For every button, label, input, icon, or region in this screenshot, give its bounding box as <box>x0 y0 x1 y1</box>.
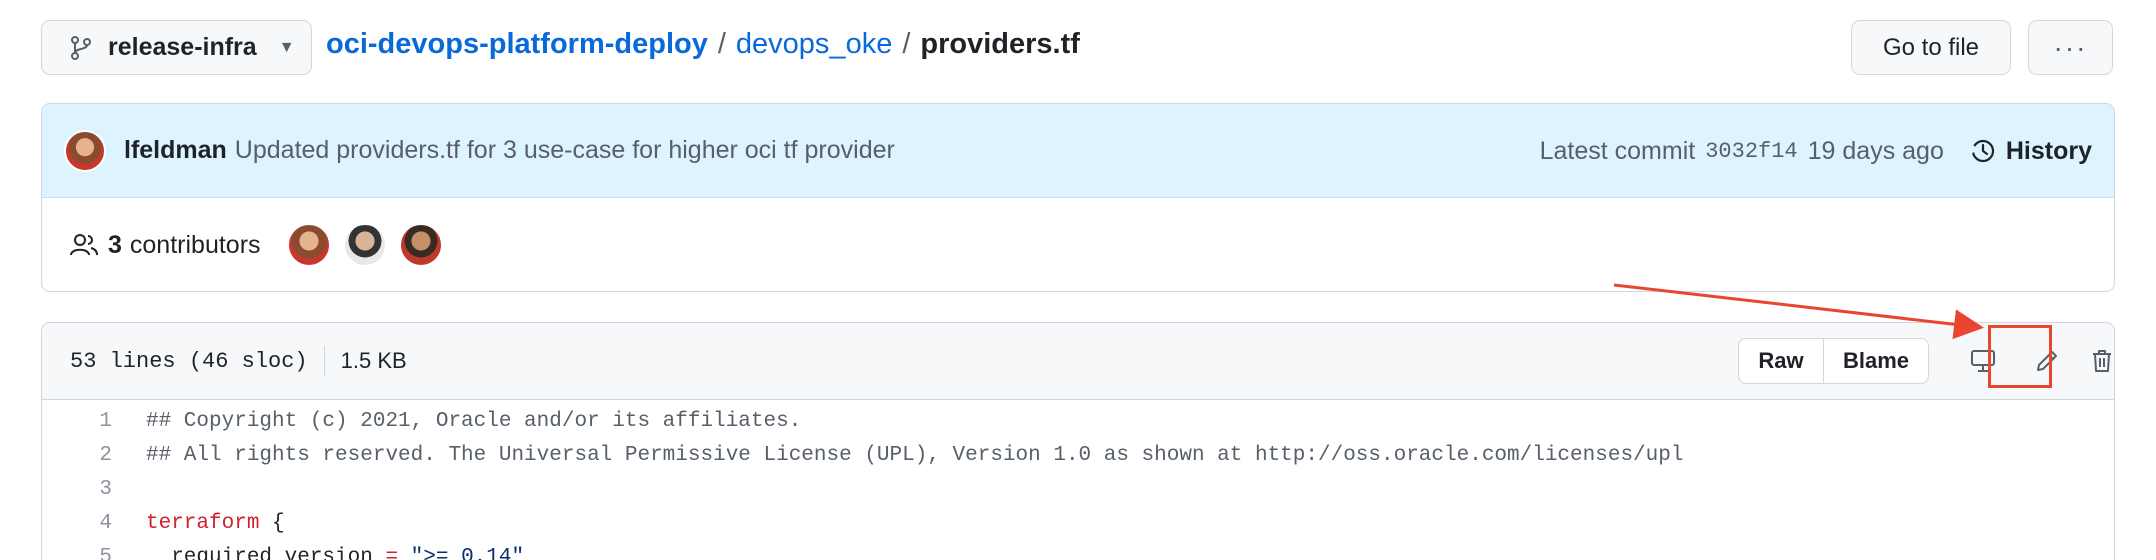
history-button[interactable]: History <box>1970 137 2092 166</box>
code-line: 3 <box>42 472 2114 506</box>
chevron-down-icon: ▼ <box>278 38 295 56</box>
branch-name: release-infra <box>108 33 257 61</box>
pencil-icon <box>2037 351 2057 371</box>
line-number[interactable]: 3 <box>42 478 112 501</box>
people-icon <box>70 234 98 256</box>
raw-button[interactable]: Raw <box>1739 339 1824 383</box>
delete-file-button[interactable] <box>2082 341 2114 381</box>
contributors-label: contributors <box>129 230 261 259</box>
branch-select-button[interactable]: release-infra ▼ <box>41 20 312 75</box>
edit-file-button[interactable] <box>2027 341 2067 381</box>
desktop-icon <box>1971 350 1995 372</box>
code-view: 1 ## Copyright (c) 2021, Oracle and/or i… <box>42 404 2114 560</box>
commit-meta: Latest commit 3032f14 19 days ago Histor… <box>1540 104 2092 198</box>
avatar[interactable] <box>286 223 331 267</box>
commit-message-link[interactable]: Updated providers.tf for 3 use-case for … <box>235 136 895 165</box>
contributors-count: 3 <box>108 230 122 259</box>
code-plain: required_version <box>146 545 373 560</box>
history-label: History <box>2005 136 2092 165</box>
contributor-avatars <box>286 223 443 267</box>
code-plain: { <box>259 511 285 535</box>
git-branch-icon <box>71 35 91 60</box>
breadcrumb-dir-link[interactable]: devops_oke <box>736 28 892 61</box>
code-line: 2 ## All rights reserved. The Universal … <box>42 438 2114 472</box>
code-line: 1 ## Copyright (c) 2021, Oracle and/or i… <box>42 404 2114 438</box>
go-to-file-button[interactable]: Go to file <box>1851 20 2011 75</box>
breadcrumb-separator: / <box>717 28 726 60</box>
history-icon <box>1970 139 1994 163</box>
breadcrumb-separator: / <box>902 28 911 60</box>
commit-age: 19 days ago <box>1807 136 1944 165</box>
line-number[interactable]: 2 <box>42 444 112 467</box>
file-viewer: 53 lines (46 sloc) 1.5 KB Raw Blame 1 ##… <box>41 322 2115 560</box>
avatar[interactable] <box>342 223 387 267</box>
avatar[interactable] <box>64 129 106 172</box>
code-operator: = <box>372 545 411 560</box>
commit-box: lfeldman Updated providers.tf for 3 use-… <box>41 103 2115 292</box>
code-text: required_version = ">= 0.14" <box>146 546 524 560</box>
code-line: 5 required_version = ">= 0.14" <box>42 540 2114 560</box>
file-info-bar: 53 lines (46 sloc) 1.5 KB Raw Blame <box>42 323 2114 400</box>
raw-blame-group: Raw Blame <box>1738 338 1929 384</box>
latest-commit-label: Latest commit <box>1539 136 1696 165</box>
commit-author-link[interactable]: lfeldman <box>124 136 227 165</box>
blame-button[interactable]: Blame <box>1824 339 1928 383</box>
avatar[interactable] <box>398 223 443 267</box>
code-text: terraform { <box>146 512 285 535</box>
code-keyword: terraform <box>146 511 260 535</box>
breadcrumb-file-name: providers.tf <box>920 28 1080 60</box>
line-number[interactable]: 4 <box>42 512 112 535</box>
code-line: 4 terraform { <box>42 506 2114 540</box>
contributors-row[interactable]: 3 contributors <box>42 198 2114 291</box>
breadcrumb: oci-devops-platform-deploy / devops_oke … <box>326 28 1080 61</box>
divider <box>323 346 325 376</box>
line-number[interactable]: 1 <box>42 410 112 433</box>
more-options-button[interactable]: ··· <box>2028 20 2113 75</box>
open-desktop-button[interactable] <box>1963 341 2003 381</box>
file-header-bar: release-infra ▼ oci-devops-platform-depl… <box>41 20 2115 76</box>
file-lines-count: 53 lines (46 sloc) <box>70 348 308 374</box>
commit-hash-link[interactable]: 3032f14 <box>1705 139 1797 164</box>
code-string: ">= 0.14" <box>410 545 525 560</box>
code-text: ## All rights reserved. The Universal Pe… <box>146 443 1684 467</box>
file-size: 1.5 KB <box>340 348 407 373</box>
trash-icon <box>2093 350 2111 372</box>
breadcrumb-repo-link[interactable]: oci-devops-platform-deploy <box>326 28 708 61</box>
line-number[interactable]: 5 <box>42 546 112 560</box>
code-text: ## Copyright (c) 2021, Oracle and/or its… <box>146 409 802 433</box>
latest-commit-bar: lfeldman Updated providers.tf for 3 use-… <box>42 104 2114 198</box>
